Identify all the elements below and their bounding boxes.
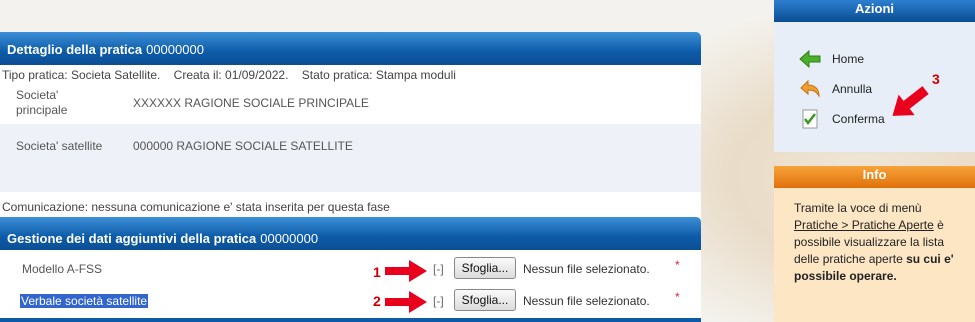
actions-panel: Azioni Home Annulla Conferma (774, 0, 975, 152)
required-asterisk: * (675, 258, 680, 272)
undo-arrow-icon (800, 79, 820, 98)
info-panel: Info Tramite la voce di menù Pratiche > … (774, 166, 975, 322)
menu-item-conferma[interactable]: Conferma (774, 108, 975, 132)
collapse-toggle[interactable]: [-] (433, 262, 444, 276)
browse-button[interactable]: Sfoglia... (454, 257, 516, 279)
info-text: Tramite la voce di menù (794, 201, 922, 215)
menu-label: Conferma (832, 112, 885, 126)
green-arrow-left-icon (799, 49, 821, 69)
red-arrow-icon (892, 86, 929, 116)
row-value: 000000 RAGIONE SOCIALE SATELLITE (133, 139, 353, 153)
actions-body: Home Annulla Conferma (774, 22, 975, 152)
document-check-icon (802, 109, 818, 129)
row-societa-satellite: Societa' satellite 000000 RAGIONE SOCIAL… (0, 124, 701, 192)
file-status: Nessun file selezionato. (523, 294, 650, 308)
menu-label: Annulla (832, 82, 873, 96)
browse-button[interactable]: Sfoglia... (454, 289, 516, 311)
detail-title: Dettaglio della pratica 00000000 (7, 42, 204, 57)
actions-header: Azioni (774, 0, 975, 22)
detail-number: 00000000 (146, 42, 204, 57)
menu-item-annulla[interactable]: Annulla (774, 78, 975, 102)
required-asterisk: * (675, 290, 680, 304)
file-label: Modello A-FSS (22, 262, 103, 276)
bottom-bar (0, 318, 701, 322)
additional-title: Gestione dei dati aggiuntivi della prati… (7, 231, 319, 246)
file-status: Nessun file selezionato. (523, 262, 650, 276)
marker-number-1: 1 (373, 264, 381, 280)
menu-label: Home (832, 52, 865, 66)
row-societa-principale: Societa' principale XXXXXX RAGIONE SOCIA… (0, 82, 701, 124)
file-label: Verbale società satellite (20, 294, 149, 308)
collapse-toggle[interactable]: [-] (433, 294, 444, 308)
info-body: Tramite la voce di menù Pratiche > Prati… (774, 188, 975, 322)
main-panel: Dettaglio della pratica 00000000 Tipo pra… (0, 32, 701, 322)
file-row-modello: Modello A-FSS [-] Sfoglia... Nessun file… (0, 254, 701, 284)
row-label: Societa' principale (16, 88, 68, 117)
additional-header: Gestione dei dati aggiuntivi della prati… (0, 217, 701, 250)
communication-text: Comunicazione: nessuna comunicazione e' … (2, 200, 390, 214)
row-value: XXXXXX RAGIONE SOCIALE PRINCIPALE (133, 96, 369, 110)
practice-info-line: Tipo pratica: Societa Satellite. Creata … (2, 68, 456, 82)
red-arrow-icon (385, 291, 427, 313)
file-row-verbale: Verbale società satellite [-] Sfoglia...… (0, 286, 701, 316)
red-arrow-icon (385, 260, 427, 282)
marker-number-2: 2 (373, 293, 381, 309)
info-link-pratiche-aperte[interactable]: Pratiche > Pratiche Aperte (794, 218, 934, 232)
info-header: Info (774, 166, 975, 188)
additional-number: 00000000 (260, 231, 319, 246)
menu-item-home[interactable]: Home (774, 48, 975, 72)
row-label: Societa' satellite (16, 139, 103, 153)
detail-header: Dettaglio della pratica 00000000 (0, 32, 701, 65)
